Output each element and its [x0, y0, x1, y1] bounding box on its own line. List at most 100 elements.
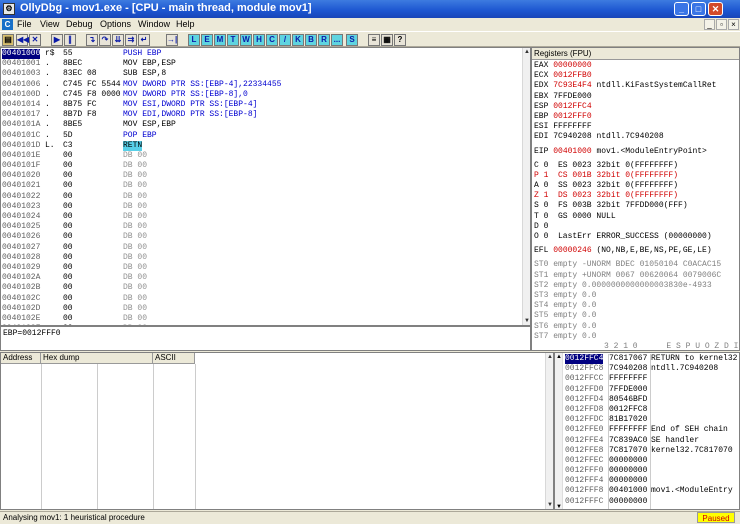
- stack-row[interactable]: 0012FFC8 7C940208 ntdll.7C940208: [564, 364, 739, 374]
- flag-row[interactable]: D 0: [534, 222, 739, 232]
- register-row[interactable]: EBP 0012FFF0: [534, 112, 739, 122]
- open-icon[interactable]: ▤: [2, 34, 14, 46]
- step-into-icon[interactable]: ↴: [86, 34, 98, 46]
- toolbar-threads-button[interactable]: T: [227, 34, 239, 46]
- stack-row[interactable]: 0012FFEC 00000000: [564, 456, 739, 466]
- disasm-row[interactable]: 00401001. 8BEC MOV EBP,ESP: [1, 59, 523, 69]
- disasm-row[interactable]: 0040102A 00 DB 00: [1, 273, 523, 283]
- pause-icon[interactable]: ∥: [64, 34, 76, 46]
- menu-options[interactable]: Options: [100, 19, 131, 29]
- goto-icon[interactable]: →|: [166, 34, 178, 46]
- close-button[interactable]: ✕: [708, 2, 723, 16]
- fpu-row[interactable]: ST0 empty -UNORM BDEC 01050104 C0ACAC15: [534, 260, 739, 270]
- menu-debug[interactable]: Debug: [66, 19, 93, 29]
- disasm-row[interactable]: 0040102E 00 DB 00: [1, 314, 523, 324]
- fpu-row[interactable]: ST7 empty 0.0: [534, 332, 739, 342]
- stack-row[interactable]: 0012FFE8 7C817070 kernel32.7C817070: [564, 446, 739, 456]
- flag-row[interactable]: P 1 CS 001B 32bit 0(FFFFFFFF): [534, 171, 739, 181]
- disasm-row[interactable]: 0040102C 00 DB 00: [1, 294, 523, 304]
- maximize-button[interactable]: □: [691, 2, 706, 16]
- stack-row[interactable]: 0012FFD8 0012FFC8: [564, 405, 739, 415]
- disasm-row[interactable]: 00401028 00 DB 00: [1, 253, 523, 263]
- register-value[interactable]: 0012FFB0: [553, 71, 591, 80]
- dump-col-ascii[interactable]: ASCII: [153, 353, 195, 364]
- register-value[interactable]: 7C940208: [553, 132, 591, 141]
- fpu-row[interactable]: ST6 empty 0.0: [534, 322, 739, 332]
- disasm-scrollbar[interactable]: ▲ ▼: [522, 48, 530, 325]
- flag-row[interactable]: T 0 GS 0000 NULL: [534, 212, 739, 222]
- register-row[interactable]: ECX 0012FFB0: [534, 71, 739, 81]
- flag-row[interactable]: Z 1 DS 0023 32bit 0(FFFFFFFF): [534, 191, 739, 201]
- stack-row[interactable]: 0012FFFC 00000000: [564, 497, 739, 507]
- restart-icon[interactable]: ◀◀: [16, 34, 29, 46]
- disasm-row[interactable]: 0040100D. C745 F8 0000… MOV DWORD PTR SS:[…: [1, 90, 523, 100]
- register-value[interactable]: 0012FFC4: [553, 102, 591, 111]
- register-value[interactable]: FFFFFFFF: [553, 122, 591, 131]
- help-icon[interactable]: ?: [394, 34, 406, 46]
- toolbar-cpu-button[interactable]: C: [266, 34, 278, 46]
- fpu-row[interactable]: ST5 empty 0.0: [534, 311, 739, 321]
- fpu-row[interactable]: ST1 empty +UNORM 0067 00620064 0079006C: [534, 271, 739, 281]
- scroll-down-icon[interactable]: ▼: [523, 317, 530, 325]
- toolbar-windows-button[interactable]: W: [240, 34, 252, 46]
- register-value[interactable]: 0012FFF0: [553, 112, 591, 121]
- trace-into-icon[interactable]: ⇊: [112, 34, 124, 46]
- toolbar-memory-button[interactable]: M: [214, 34, 226, 46]
- title-bar[interactable]: ⚙ OllyDbg - mov1.exe - [CPU - main threa…: [0, 0, 740, 18]
- disasm-row[interactable]: 00401006. C745 FC 5544… MOV DWORD PTR SS:[…: [1, 80, 523, 90]
- toolbar-patches-button[interactable]: /: [279, 34, 291, 46]
- disasm-row[interactable]: 00401025 00 DB 00: [1, 222, 523, 232]
- stack-row[interactable]: 0012FFDC 81B17020: [564, 415, 739, 425]
- stack-row[interactable]: 0012FFD4 80546BFD: [564, 395, 739, 405]
- disasm-row[interactable]: 00401003. 83EC 08 SUB ESP,8: [1, 69, 523, 79]
- disasm-row[interactable]: 0040102B 00 DB 00: [1, 283, 523, 293]
- dump-col-address[interactable]: Address: [1, 353, 41, 364]
- stack-row[interactable]: 0012FFCC FFFFFFFF: [564, 374, 739, 384]
- register-row[interactable]: EBX 7FFDE000: [534, 92, 739, 102]
- fpu-row[interactable]: ST2 empty 0.0000000000000003830e-4933: [534, 281, 739, 291]
- register-row[interactable]: EDI 7C940208 ntdll.7C940208: [534, 132, 739, 142]
- register-row[interactable]: EFL 00000246 (NO,NB,E,BE,NS,PE,GE,LE): [534, 246, 739, 256]
- register-value[interactable]: 7FFDE000: [553, 92, 591, 101]
- flag-row[interactable]: S 0 FS 003B 32bit 7FFDD000(FFF): [534, 201, 739, 211]
- disasm-row[interactable]: 00401000 r$ 55 PUSH EBP: [1, 49, 523, 59]
- register-row[interactable]: EIP 00401000 mov1.<ModuleEntryPoint>: [534, 147, 739, 157]
- stack-scroll-up-icon[interactable]: ▲: [555, 353, 563, 361]
- dump-pane[interactable]: Address Hex dump ASCII ▲ ▼: [0, 352, 554, 510]
- flag-row[interactable]: O 0 LastErr ERROR_SUCCESS (00000000): [534, 232, 739, 242]
- register-value[interactable]: 00401000: [553, 147, 591, 156]
- cpu-window-icon[interactable]: C: [2, 19, 13, 30]
- fpu-row[interactable]: ST3 empty 0.0: [534, 291, 739, 301]
- toolbar-log-button[interactable]: L: [188, 34, 200, 46]
- disasm-row[interactable]: 00401017. 8B7D F8 MOV EDI,DWORD PTR SS:[EB…: [1, 110, 523, 120]
- scroll-up-icon[interactable]: ▲: [523, 48, 530, 56]
- run-icon[interactable]: ▶: [51, 34, 63, 46]
- disasm-row[interactable]: 00401014. 8B75 FC MOV ESI,DWORD PTR SS:[EB…: [1, 100, 523, 110]
- register-row[interactable]: EDX 7C93E4F4 ntdll.KiFastSystemCallRet: [534, 81, 739, 91]
- flag-row[interactable]: C 0 ES 0023 32bit 0(FFFFFFFF): [534, 161, 739, 171]
- register-value[interactable]: 00000246: [553, 246, 591, 255]
- disasm-row[interactable]: 0040101D L. C3 RETN: [1, 140, 523, 151]
- stack-scroll-down-icon[interactable]: ▼: [555, 503, 563, 509]
- disasm-row[interactable]: 00401027 00 DB 00: [1, 243, 523, 253]
- disassembly-pane[interactable]: 00401000 r$ 55 PUSH EBP 00401001. 8BEC MOV EBP…: [0, 47, 531, 326]
- minimize-button[interactable]: _: [674, 2, 689, 16]
- register-value[interactable]: 00000000: [553, 61, 591, 70]
- child-close-button[interactable]: ×: [728, 19, 739, 30]
- toolbar-breakpoints-button[interactable]: B: [305, 34, 317, 46]
- dump-scrollbar[interactable]: ▲ ▼: [545, 353, 553, 509]
- toolbar-callstack-button[interactable]: K: [292, 34, 304, 46]
- grid-icon[interactable]: ▦: [381, 34, 393, 46]
- register-row[interactable]: EAX 00000000: [534, 61, 739, 71]
- toolbar-runtrace-button[interactable]: ...: [331, 34, 343, 46]
- disasm-row[interactable]: 00401023 00 DB 00: [1, 202, 523, 212]
- child-restore-button[interactable]: ▫: [716, 19, 727, 30]
- stack-row[interactable]: 0012FFF0 00000000: [564, 466, 739, 476]
- toolbar-modules-button[interactable]: E: [201, 34, 213, 46]
- dump-scroll-up-icon[interactable]: ▲: [546, 353, 553, 361]
- stack-pane[interactable]: ▲ ▼ 0012FFC4 7C817067 RETURN to kernel32 00…: [554, 352, 740, 510]
- menu-window[interactable]: Window: [138, 19, 170, 29]
- stack-row[interactable]: 0012FFE0 FFFFFFFF End of SEH chain: [564, 425, 739, 435]
- step-over-icon[interactable]: ↷: [99, 34, 111, 46]
- toolbar-references-button[interactable]: R: [318, 34, 330, 46]
